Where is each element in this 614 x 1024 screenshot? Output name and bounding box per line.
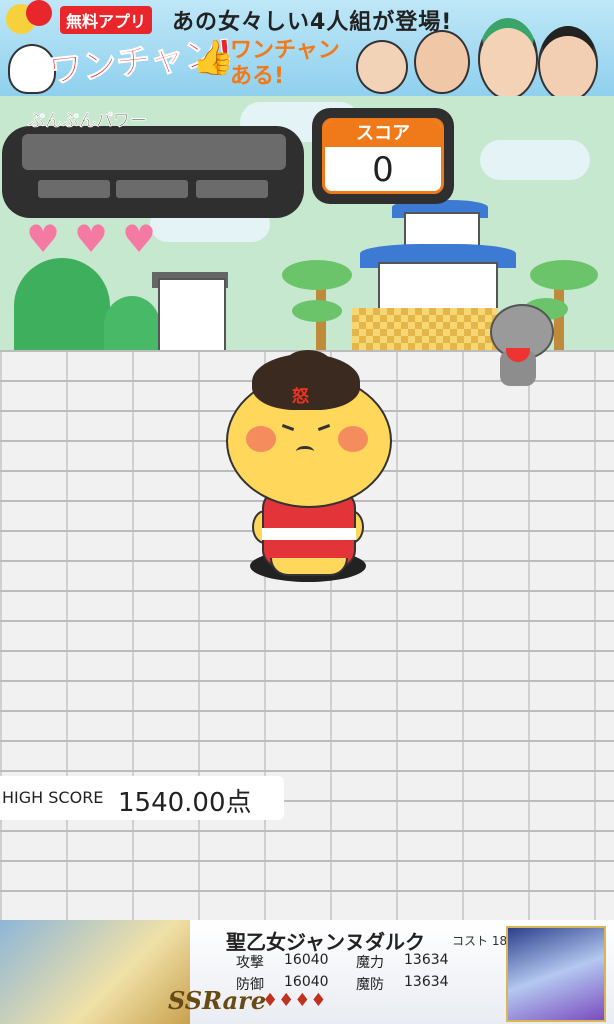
character-cheek (338, 426, 368, 452)
thumbs-up-icon: 👍 (192, 38, 235, 78)
power-gauge-bar (22, 134, 286, 170)
card-name: 聖乙女ジャンヌダルク (226, 930, 425, 954)
stat-value: 16040 (284, 952, 329, 968)
pine-tree (282, 260, 352, 290)
character-mouth (296, 446, 314, 457)
power-segment (196, 180, 268, 198)
anger-mark: 怒 (292, 387, 309, 407)
score-label: スコア (325, 121, 441, 147)
high-score-label: HIGH SCORE (2, 788, 104, 807)
free-app-badge: 無料アプリ (60, 6, 153, 34)
rarity-stars: ♦♦♦♦ (262, 990, 327, 1011)
game-canvas[interactable]: ぷんぷんパワー ♥ ♥ ♥ スコア 0 怒 HIGH SCORE 1540.00… (0, 96, 614, 920)
rarity-label: SSRare (168, 986, 267, 1015)
pine-tree (530, 260, 598, 290)
stat-value: 13634 (404, 974, 449, 990)
stat-label: 魔力 (356, 955, 384, 971)
bottom-banner-ad[interactable]: 聖乙女ジャンヌダルク コスト 18 攻撃 16040 魔力 13634 防御 1… (0, 920, 614, 1024)
character-legs (270, 558, 348, 576)
high-score-panel: HIGH SCORE 1540.00点 (0, 776, 284, 820)
band-member-avatar (478, 18, 538, 96)
card-cost: コスト 18 (452, 934, 508, 948)
power-segment (116, 180, 188, 198)
card-character-art (0, 920, 190, 1024)
heart-icon: ♥ (26, 217, 61, 261)
cloud (480, 140, 590, 180)
ad-tagline: ワンチャン ある! (230, 38, 340, 90)
high-score-value: 1540.00点 (118, 788, 252, 818)
character-topknot (286, 350, 330, 374)
stat-label: 攻撃 (236, 955, 264, 971)
stat-label: 魔防 (356, 977, 384, 993)
stat-value: 16040 (284, 974, 329, 990)
castle-stone-base (352, 308, 498, 352)
character-belt (262, 528, 356, 540)
score-display: スコア 0 (322, 118, 444, 194)
band-member-avatar (356, 40, 408, 94)
japanese-house (158, 278, 226, 352)
score-value: 0 (372, 150, 394, 190)
pine-trunk (554, 286, 564, 352)
castle-body (378, 262, 498, 312)
top-banner-ad[interactable]: 無料アプリ あの女々しい4人組が登場! ワンチャン! 👍 ワンチャン ある! (0, 0, 614, 96)
heart-icon: ♥ (122, 217, 157, 261)
card-thumbnail (506, 926, 606, 1022)
hill (104, 296, 160, 354)
power-gauge-label: ぷんぷんパワー (28, 111, 147, 131)
hill (14, 258, 110, 354)
balloon-icon (26, 0, 52, 26)
ad-tagline-line2: ある! (230, 64, 285, 89)
character-cheek (246, 426, 276, 452)
pine-tree (292, 300, 342, 322)
heart-icon: ♥ (74, 217, 109, 261)
band-member-avatar (538, 26, 598, 96)
ad-tagline-line1: ワンチャン (230, 38, 340, 63)
band-member-avatar (414, 30, 470, 94)
stat-value: 13634 (404, 952, 449, 968)
power-segment (38, 180, 110, 198)
